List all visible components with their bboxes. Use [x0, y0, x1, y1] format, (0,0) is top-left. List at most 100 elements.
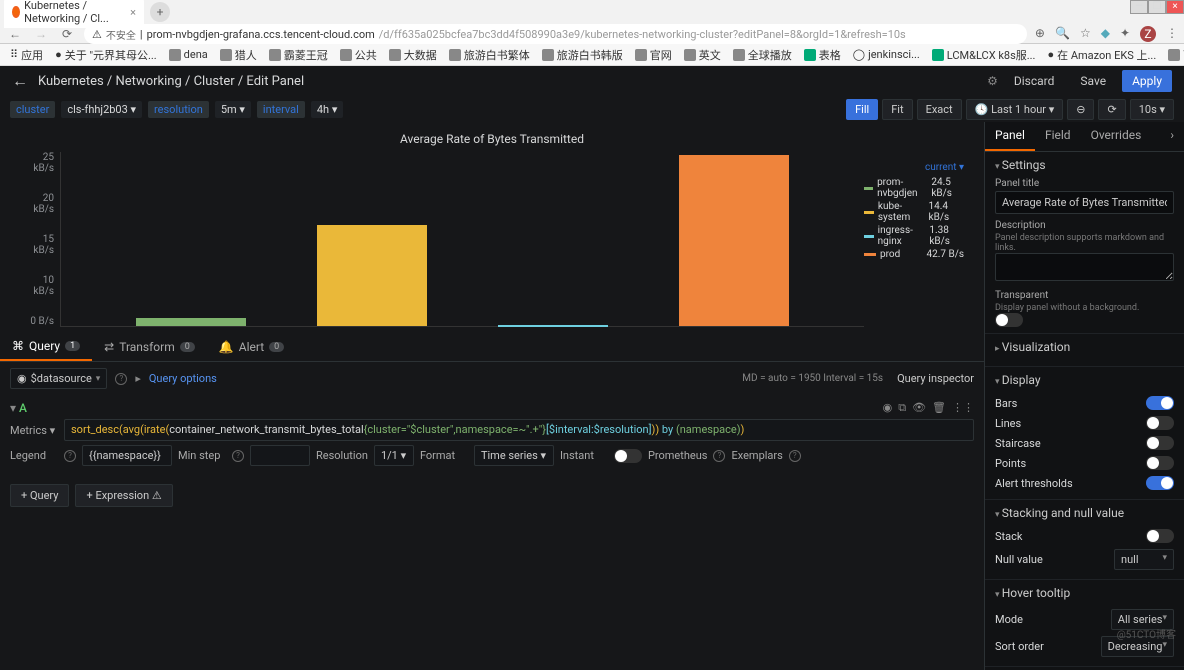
- eye-icon[interactable]: 👁: [912, 401, 926, 415]
- back-icon[interactable]: ←: [6, 27, 24, 41]
- hover-tooltip-section[interactable]: Hover tooltip: [995, 586, 1174, 600]
- legend-item[interactable]: ingress-nginx1.38 kB/s: [864, 225, 964, 247]
- lines-toggle[interactable]: [1146, 416, 1174, 430]
- bookmark-item[interactable]: ● 关于 "元界其母公...: [55, 47, 157, 63]
- star-icon[interactable]: ☆: [1080, 26, 1091, 42]
- legend-input[interactable]: [82, 445, 172, 466]
- back-arrow-icon[interactable]: ←: [12, 71, 28, 91]
- metrics-label[interactable]: Metrics ▾: [10, 424, 58, 437]
- bookmark-item[interactable]: 官网: [635, 47, 672, 63]
- stacking-section[interactable]: Stacking and null value: [995, 506, 1174, 520]
- bookmark-item[interactable]: dena: [169, 48, 208, 61]
- bookmark-item[interactable]: 猎人: [220, 47, 257, 63]
- save-button[interactable]: Save: [1070, 70, 1116, 92]
- gear-icon[interactable]: ⚙: [987, 74, 998, 88]
- legend-item[interactable]: kube-system14.4 kB/s: [864, 201, 964, 223]
- alert-thresholds-toggle[interactable]: [1146, 476, 1174, 490]
- null-value-select[interactable]: null▾: [1114, 549, 1174, 570]
- help-icon[interactable]: ?: [232, 450, 244, 462]
- legend-item[interactable]: prod42.7 B/s: [864, 249, 964, 260]
- stack-toggle[interactable]: [1146, 529, 1174, 543]
- staircase-toggle[interactable]: [1146, 436, 1174, 450]
- bookmark-item[interactable]: 英文: [684, 47, 721, 63]
- help-icon[interactable]: ?: [789, 450, 801, 462]
- legend-item[interactable]: prom-nvbgdjen24.5 kB/s: [864, 177, 964, 199]
- refresh-interval-select[interactable]: 10s ▾: [1130, 99, 1174, 120]
- zoom-out-icon[interactable]: ⊖: [1067, 99, 1094, 120]
- bookmark-item[interactable]: 公共: [340, 47, 377, 63]
- bookmark-item[interactable]: ● 在 Amazon EKS 上...: [1047, 47, 1156, 63]
- tab-field[interactable]: Field: [1035, 122, 1081, 151]
- resolution-select[interactable]: 5m ▾: [215, 101, 251, 118]
- tab-query[interactable]: ⌘Query1: [0, 332, 92, 361]
- tab-overrides[interactable]: Overrides: [1081, 122, 1152, 151]
- format-select[interactable]: Time series ▾: [474, 445, 554, 466]
- bookmark-item[interactable]: 大数据: [389, 47, 437, 63]
- display-section[interactable]: Display: [995, 373, 1174, 387]
- forward-icon[interactable]: →: [32, 27, 50, 41]
- resolution-select[interactable]: 1/1 ▾: [374, 445, 414, 466]
- new-tab-button[interactable]: +: [150, 2, 170, 22]
- add-expression-button[interactable]: + Expression ⚠: [75, 484, 172, 507]
- duplicate-icon[interactable]: ⧉: [898, 401, 906, 415]
- cluster-select[interactable]: cls-fhhj2b03 ▾: [61, 101, 142, 118]
- panel-title-input[interactable]: [995, 191, 1174, 214]
- minimize-icon[interactable]: —: [1130, 0, 1148, 14]
- time-range-picker[interactable]: 🕓 Last 1 hour ▾: [966, 99, 1064, 120]
- trash-icon[interactable]: 🗑: [932, 401, 946, 415]
- reload-icon[interactable]: ⟳: [58, 27, 76, 41]
- close-window-icon[interactable]: ×: [1166, 0, 1184, 14]
- interval-select[interactable]: 4h ▾: [311, 101, 344, 118]
- help-icon[interactable]: ?: [115, 373, 127, 385]
- close-icon[interactable]: ×: [130, 6, 136, 19]
- minstep-input[interactable]: [250, 445, 310, 466]
- tab-transform[interactable]: ⇄Transform0: [92, 332, 207, 361]
- help-icon[interactable]: ?: [64, 450, 76, 462]
- add-query-button[interactable]: + Query: [10, 484, 69, 507]
- zoom-icon[interactable]: 🔍: [1055, 26, 1070, 42]
- apps-icon[interactable]: ⠿ 应用: [10, 47, 43, 63]
- bars-toggle[interactable]: [1146, 396, 1174, 410]
- fill-button[interactable]: Fill: [846, 99, 878, 120]
- bookmark-item[interactable]: LCM&LCX k8s服...: [932, 47, 1036, 63]
- query-name[interactable]: A: [19, 401, 27, 415]
- ext-icon[interactable]: ◆: [1101, 26, 1110, 42]
- description-input[interactable]: [995, 253, 1174, 281]
- avatar-icon[interactable]: Z: [1140, 26, 1156, 42]
- instant-toggle[interactable]: [614, 449, 642, 463]
- bar-prod[interactable]: [679, 155, 789, 326]
- chart-plot[interactable]: [60, 152, 864, 327]
- disable-icon[interactable]: ◉: [883, 401, 893, 415]
- bookmark-item[interactable]: 表格: [804, 47, 841, 63]
- puzzle-icon[interactable]: ✦: [1120, 26, 1130, 42]
- translate-icon[interactable]: ⊕: [1035, 26, 1045, 42]
- tab-panel[interactable]: Panel: [985, 122, 1035, 151]
- help-icon[interactable]: ?: [713, 450, 725, 462]
- bar-ingress[interactable]: [498, 325, 608, 327]
- datasource-select[interactable]: ◉ $datasource ▾: [10, 368, 107, 389]
- bar-kube-system[interactable]: [317, 225, 427, 326]
- exact-button[interactable]: Exact: [917, 99, 962, 120]
- discard-button[interactable]: Discard: [1004, 70, 1065, 92]
- transparent-toggle[interactable]: [995, 313, 1023, 327]
- fit-button[interactable]: Fit: [882, 99, 912, 120]
- menu-icon[interactable]: ⋮: [1166, 26, 1178, 42]
- visualization-section[interactable]: Visualization: [995, 340, 1174, 354]
- legend-header[interactable]: current ▾: [864, 162, 964, 173]
- expand-icon[interactable]: ›: [1160, 122, 1184, 151]
- drag-icon[interactable]: ⋮⋮: [952, 401, 974, 415]
- bookmark-item[interactable]: 旅游白书韩版: [542, 47, 623, 63]
- bookmark-item[interactable]: 旅游白书繁体: [449, 47, 530, 63]
- refresh-icon[interactable]: ⟳: [1098, 99, 1125, 120]
- apply-button[interactable]: Apply: [1122, 70, 1172, 92]
- settings-section[interactable]: Settings: [995, 158, 1174, 172]
- address-bar[interactable]: ⚠ 不安全 | prom-nvbgdjen-grafana.ccs.tencen…: [84, 24, 1027, 44]
- bookmark-item[interactable]: 全球播放: [733, 47, 792, 63]
- tab-alert[interactable]: 🔔Alert0: [207, 332, 296, 361]
- bar-prom[interactable]: [136, 318, 246, 326]
- metrics-input[interactable]: sort_desc(avg(irate(container_network_tr…: [64, 419, 974, 441]
- bookmark-item[interactable]: Welcome - Beats...: [1168, 48, 1184, 61]
- bookmark-item[interactable]: ◯ jenkinsci...: [853, 48, 920, 61]
- bookmark-item[interactable]: 霸菱王冠: [269, 47, 328, 63]
- query-options-link[interactable]: Query options: [149, 372, 217, 385]
